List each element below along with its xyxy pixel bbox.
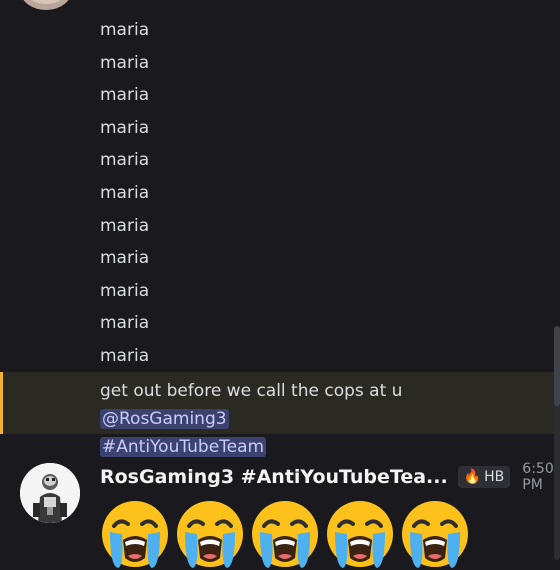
- emoji-message: [98, 496, 473, 570]
- user-mention[interactable]: @RosGaming3: [100, 409, 229, 429]
- message: maria: [100, 20, 150, 40]
- message: maria: [100, 117, 150, 138]
- message-group: RosGaming3 #AntiYouTubeTea... 🔥 HB 6:50 …: [0, 452, 560, 568]
- message: maria: [100, 85, 150, 106]
- previous-user-avatar[interactable]: [20, 0, 72, 10]
- message-text: get out before we call the cops at u: [100, 381, 403, 401]
- loudly-crying-face-icon[interactable]: [323, 496, 397, 570]
- avatar[interactable]: [20, 463, 80, 523]
- loudly-crying-face-icon[interactable]: [398, 496, 472, 570]
- message: maria: [100, 182, 150, 203]
- guild-tag-label: HB: [484, 469, 505, 485]
- loudly-crying-face-icon[interactable]: [173, 496, 247, 570]
- timestamp[interactable]: 6:50 PM: [522, 461, 560, 493]
- message: maria: [100, 248, 150, 269]
- loudly-crying-face-icon[interactable]: [248, 496, 322, 570]
- message: maria: [100, 215, 150, 236]
- flame-icon: 🔥: [463, 469, 482, 485]
- username[interactable]: RosGaming3 #AntiYouTubeTea...: [100, 466, 448, 488]
- message: maria: [100, 345, 150, 366]
- mention-message-text: get out before we call the cops at u @Ro…: [100, 377, 536, 461]
- guild-tag-badge[interactable]: 🔥 HB: [457, 466, 511, 488]
- message: maria: [100, 150, 150, 171]
- message-list: maria maria maria maria maria maria mari…: [0, 14, 560, 373]
- message: maria: [100, 280, 150, 301]
- mention-highlighted-message: get out before we call the cops at u @Ro…: [0, 372, 556, 457]
- stormtrooper-avatar-icon: [20, 463, 80, 523]
- loudly-crying-face-icon[interactable]: [98, 496, 172, 570]
- message: maria: [100, 52, 150, 73]
- message: maria: [100, 313, 150, 334]
- mention-indicator-bar: [0, 372, 3, 434]
- message-header: RosGaming3 #AntiYouTubeTea... 🔥 HB 6:50 …: [100, 461, 560, 493]
- scrollbar-thumb[interactable]: [554, 326, 560, 406]
